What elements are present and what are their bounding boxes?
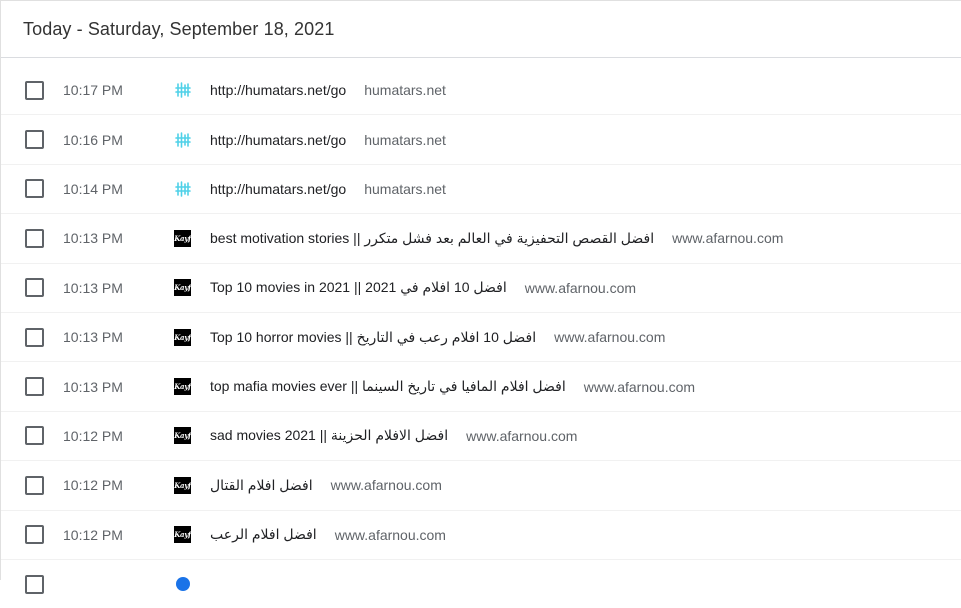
entry-checkbox[interactable] <box>25 327 44 347</box>
entry-body: افضل افلام الرعب www.afarnou.com <box>210 526 446 543</box>
date-heading: Today - Saturday, September 18, 2021 <box>23 18 335 39</box>
entry-time: 10:12 PM <box>63 427 123 444</box>
entry-checkbox[interactable] <box>25 179 44 199</box>
entry-checkbox[interactable] <box>25 130 44 150</box>
entry-body: افضل الافلام الحزينة || sad movies 2021 … <box>210 427 577 444</box>
entry-title-link[interactable]: افضل القصص التحفيزية في العالم بعد فشل م… <box>210 230 654 247</box>
history-entry[interactable]: 10:12 PM Kayf افضل افلام القتال www.afar… <box>1 460 961 509</box>
kayf-icon: Kayf <box>174 229 191 247</box>
humatars-icon <box>174 81 192 99</box>
entry-domain: www.afarnou.com <box>524 279 637 296</box>
entry-time: 10:13 PM <box>63 279 123 296</box>
kayf-icon: Kayf <box>174 328 191 346</box>
history-entry[interactable]: 10:14 PM http://humatars.net/go humatars… <box>1 163 961 213</box>
kayf-icon: Kayf <box>174 279 191 297</box>
history-entry[interactable] <box>1 558 961 608</box>
history-day-card: Today - Saturday, September 18, 2021 10:… <box>0 0 961 594</box>
entry-time: 10:12 PM <box>63 477 123 494</box>
history-entry[interactable]: 10:12 PM Kayf افضل افلام الرعب www.afarn… <box>1 509 961 559</box>
history-entry[interactable]: 10:16 PM http://humatars.net/go humatars… <box>1 114 961 163</box>
entry-checkbox[interactable] <box>25 525 44 545</box>
entry-checkbox[interactable] <box>25 475 44 495</box>
entry-time: 10:16 PM <box>63 131 123 148</box>
entry-checkbox[interactable] <box>25 377 44 397</box>
entry-checkbox[interactable] <box>25 574 44 594</box>
entry-time: 10:13 PM <box>63 230 123 247</box>
history-entry[interactable]: 10:13 PM Kayf افضل 10 افلام في 2021 || T… <box>1 262 961 312</box>
kayf-icon: Kayf <box>174 427 191 445</box>
history-entry[interactable]: 10:13 PM Kayf افضل افلام المافيا في تاري… <box>1 361 961 410</box>
entry-title-link[interactable]: http://humatars.net/go <box>210 82 346 98</box>
history-entry[interactable]: 10:13 PM Kayf افضل 10 افلام رعب في التار… <box>1 311 961 361</box>
entry-time: 10:13 PM <box>63 329 123 346</box>
entry-body: افضل القصص التحفيزية في العالم بعد فشل م… <box>210 230 783 247</box>
entry-title-link[interactable]: افضل افلام الرعب <box>210 526 317 543</box>
entry-body: http://humatars.net/go humatars.net <box>210 181 446 197</box>
entry-time: 10:13 PM <box>63 378 123 395</box>
history-entry[interactable]: 10:17 PM http://humatars.net/go humatars… <box>1 66 961 114</box>
history-list: 10:17 PM http://humatars.net/go humatars… <box>1 58 961 608</box>
entry-body: افضل افلام القتال www.afarnou.com <box>210 477 442 494</box>
entry-body: افضل افلام المافيا في تاريخ السينما || t… <box>210 378 695 395</box>
circle-icon <box>174 575 192 593</box>
entry-time: 10:14 PM <box>63 180 123 197</box>
entry-checkbox[interactable] <box>25 228 44 248</box>
entry-title-link[interactable]: http://humatars.net/go <box>210 132 346 148</box>
entry-domain: www.afarnou.com <box>330 477 442 494</box>
entry-body: افضل 10 افلام رعب في التاريخ || Top 10 h… <box>210 329 665 346</box>
kayf-icon: Kayf <box>174 526 191 544</box>
entry-domain: www.afarnou.com <box>554 329 666 346</box>
history-entry[interactable]: 10:13 PM Kayf افضل القصص التحفيزية في ال… <box>1 213 961 262</box>
entry-body: افضل 10 افلام في 2021 || Top 10 movies i… <box>210 279 636 296</box>
entry-domain: humatars.net <box>364 180 446 197</box>
humatars-icon <box>174 180 192 198</box>
entry-title-link[interactable]: افضل 10 افلام رعب في التاريخ || Top 10 h… <box>210 329 536 346</box>
card-header: Today - Saturday, September 18, 2021 <box>1 1 961 58</box>
entry-domain: humatars.net <box>364 82 446 99</box>
entry-body: http://humatars.net/go humatars.net <box>210 82 446 98</box>
entry-domain: www.afarnou.com <box>672 230 784 247</box>
kayf-icon: Kayf <box>174 378 191 396</box>
entry-title-link[interactable]: افضل الافلام الحزينة || sad movies 2021 <box>210 427 448 444</box>
entry-title-link[interactable]: افضل افلام القتال <box>210 477 313 494</box>
entry-checkbox[interactable] <box>25 80 44 100</box>
entry-title-link[interactable]: http://humatars.net/go <box>210 181 346 197</box>
entry-checkbox[interactable] <box>25 278 44 298</box>
kayf-icon: Kayf <box>174 476 191 494</box>
humatars-icon <box>174 131 192 149</box>
entry-time: 10:12 PM <box>63 526 123 543</box>
entry-title-link[interactable]: افضل 10 افلام في 2021 || Top 10 movies i… <box>210 279 507 296</box>
entry-domain: www.afarnou.com <box>583 378 696 395</box>
entry-time: 10:17 PM <box>63 82 123 99</box>
entry-title-link[interactable]: افضل افلام المافيا في تاريخ السينما || t… <box>210 378 566 395</box>
entry-checkbox[interactable] <box>25 426 44 446</box>
history-entry[interactable]: 10:12 PM Kayf افضل الافلام الحزينة || sa… <box>1 410 961 460</box>
entry-domain: humatars.net <box>364 131 446 148</box>
entry-body: http://humatars.net/go humatars.net <box>210 132 446 148</box>
entry-domain: www.afarnou.com <box>334 526 446 543</box>
entry-domain: www.afarnou.com <box>466 427 578 444</box>
